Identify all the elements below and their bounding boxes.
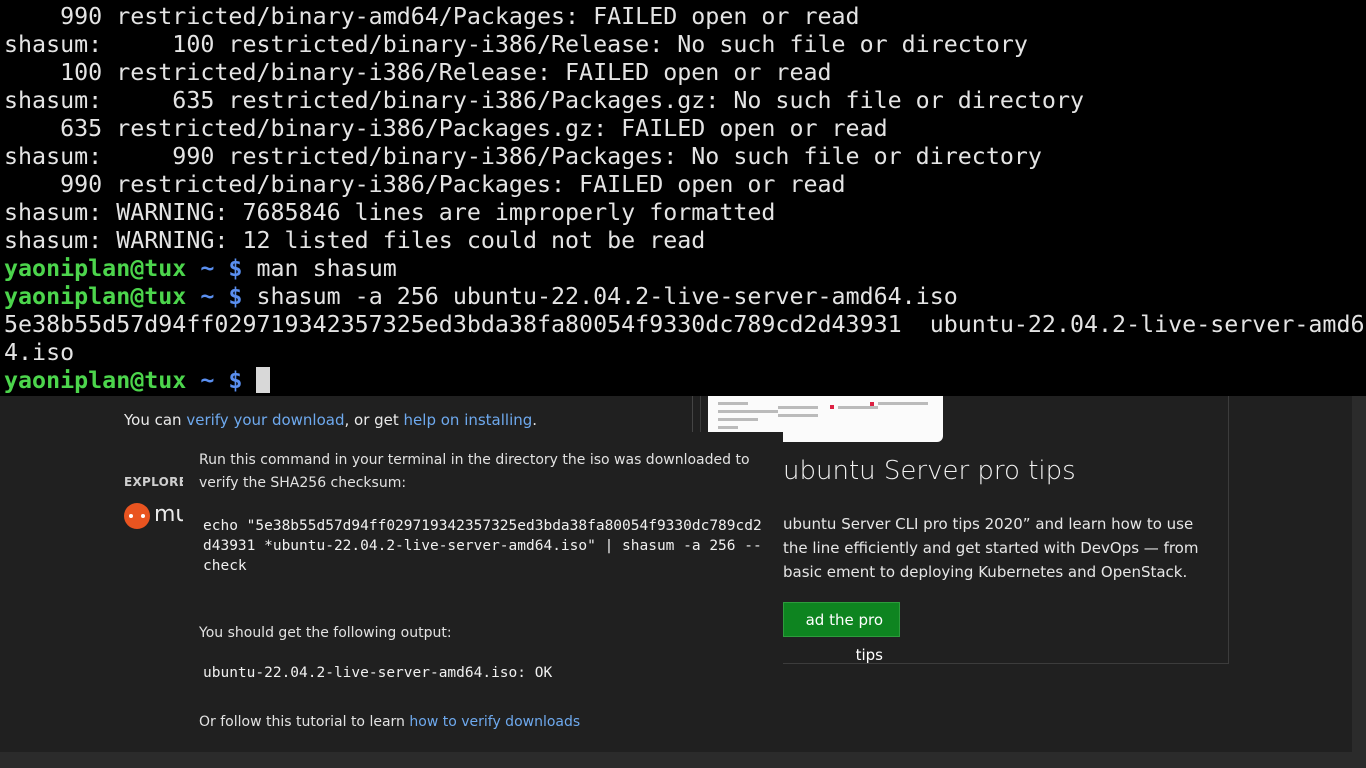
download-pro-tips-button[interactable]: ad the pro tips	[783, 602, 900, 664]
pro-tips-title: ubuntu Server pro tips	[783, 456, 1076, 486]
prompt-path: ~ $	[200, 255, 243, 282]
terminal-output-line: 100 restricted/binary-i386/Release: FAIL…	[4, 59, 832, 86]
terminal-command-line: yaoniplan@tux ~ $ man shasum	[0, 255, 1366, 283]
help-installing-link[interactable]: help on installing	[404, 411, 533, 429]
terminal-output-line: shasum: 990 restricted/binary-i386/Packa…	[4, 143, 1042, 170]
verify-intro-text: Run this command in your terminal in the…	[199, 452, 750, 491]
section-divider	[692, 396, 693, 432]
prompt-user: yaoniplan@tux	[4, 255, 187, 282]
page-bottom-bar	[0, 752, 1352, 768]
expected-output-label: You should get the following output:	[199, 625, 452, 641]
verify-download-sentence: You can verify your download, or get hel…	[124, 411, 537, 429]
terminal-window[interactable]: 990 restricted/binary-amd64/Packages: FA…	[0, 0, 1366, 396]
pro-tips-description: ubuntu Server CLI pro tips 2020” and lea…	[783, 515, 1199, 581]
terminal-output-line: shasum: WARNING: 7685846 lines are impro…	[4, 199, 776, 226]
prompt-user: yaoniplan@tux	[4, 367, 187, 394]
terminal-output-line: shasum: WARNING: 12 listed files could n…	[4, 227, 706, 254]
prompt-user: yaoniplan@tux	[4, 283, 187, 310]
verify-tutorial-sentence: Or follow this tutorial to learn how to …	[199, 714, 580, 730]
terminal-output-line: 990 restricted/binary-amd64/Packages: FA…	[4, 3, 860, 30]
terminal-output-line: 990 restricted/binary-i386/Packages: FAI…	[4, 171, 846, 198]
page-scrollbar[interactable]	[1352, 396, 1366, 768]
explore-product-name[interactable]: mu	[154, 502, 184, 527]
terminal-output-line: 635 restricted/binary-i386/Packages.gz: …	[4, 115, 888, 142]
terminal-output-line: shasum: 100 restricted/binary-i386/Relea…	[4, 31, 1028, 58]
verify-download-link[interactable]: verify your download	[186, 411, 344, 429]
verify-prefix-text: You can	[124, 411, 187, 429]
multipass-logo-icon[interactable]	[124, 503, 150, 529]
expected-output-code[interactable]: ubuntu-22.04.2-live-server-amd64.iso: OK	[203, 665, 552, 681]
terminal-command-line: yaoniplan@tux ~ $ shasum -a 256 ubuntu-2…	[0, 283, 1366, 311]
verify-downloads-tutorial-link[interactable]: how to verify downloads	[409, 714, 580, 730]
command-text: shasum -a 256 ubuntu-22.04.2-live-server…	[256, 283, 958, 310]
verify-command-code[interactable]: echo "5e38b55d57d94ff029719342357325ed3b…	[203, 516, 763, 576]
terminal-input-line[interactable]: yaoniplan@tux ~ $	[0, 367, 1366, 395]
tutorial-prefix-text: Or follow this tutorial to learn	[199, 714, 410, 730]
verify-checksum-panel: Run this command in your terminal in the…	[183, 432, 783, 752]
prompt-path: ~ $	[200, 283, 243, 310]
prompt-path: ~ $	[200, 367, 243, 394]
terminal-cursor	[256, 367, 271, 393]
command-text: man shasum	[256, 255, 397, 282]
terminal-output-line: shasum: 635 restricted/binary-i386/Packa…	[4, 87, 1084, 114]
verify-middle-text: , or get	[344, 411, 404, 429]
verify-suffix-text: .	[532, 411, 538, 429]
checksum-output-line: 4.iso	[4, 339, 75, 366]
checksum-output-line: 5e38b55d57d94ff029719342357325ed3bda38fa…	[4, 311, 1365, 338]
